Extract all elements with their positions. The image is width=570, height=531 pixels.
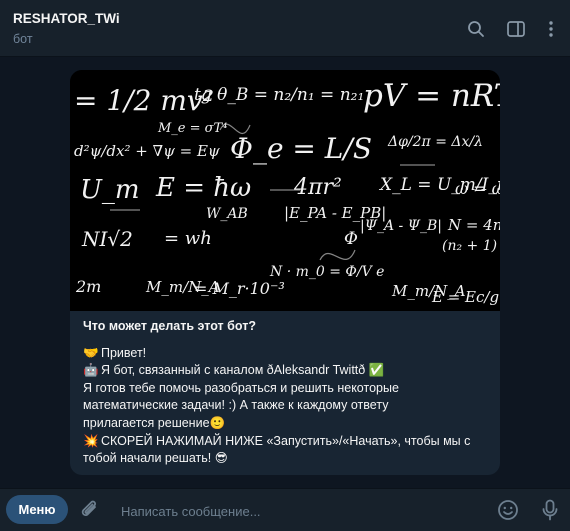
message-composer: Меню (0, 488, 570, 531)
chat-subtitle: бот (13, 32, 33, 46)
microphone-icon[interactable] (538, 498, 562, 522)
sidebar-toggle-icon[interactable] (505, 18, 527, 40)
attach-icon[interactable] (79, 498, 101, 522)
formula-current: NI√2 (81, 227, 133, 251)
formula-field: E = Ec/g (431, 288, 499, 306)
formula-um: U_m (80, 175, 140, 205)
formula-stefan: M_e = σT⁴ (157, 121, 227, 136)
emoji-icon[interactable] (496, 498, 520, 522)
more-vertical-icon[interactable] (540, 18, 562, 40)
formula-n2: (n₂ + 1) (442, 238, 497, 254)
formula-phase: Δφ/2π = Δx/λ (387, 134, 483, 150)
message-line: тобой начали решать! 😎 (83, 451, 228, 466)
formula-schrodinger: d²ψ/dx² + ∇ψ = Eψ (74, 142, 220, 160)
formula-kinetic: = 1/2 mv² (74, 84, 214, 117)
search-icon[interactable] (465, 18, 487, 40)
menu-button[interactable]: Меню (6, 495, 68, 524)
message-line: Я готов тебе помочь разобраться и решить… (83, 380, 399, 395)
formula-n: N = 4n (447, 216, 500, 234)
chat-header: RESHATOR_TWi бот (0, 0, 570, 57)
formula-photon: E = ħω (155, 173, 251, 203)
message-line: 💥 СКОРЕЙ НАЖИМАЙ НИЖЕ «Запустить»/«Начать… (83, 433, 493, 451)
formula-work: W_AB (206, 206, 248, 222)
handshake-icon: 🤝 (83, 345, 99, 360)
message-line: 🤖 Я бот, связанный с каналом ðAleksandr T… (83, 362, 493, 380)
math-formulas-image: = 1/2 mv² tg θ_B = n₂/n₁ = n₂₁ pV = nRT … (70, 70, 500, 311)
message-line: математические задачи! :) А также к кажд… (83, 398, 389, 413)
chat-area[interactable]: = 1/2 mv² tg θ_B = n₂/n₁ = n₂₁ pV = nRT … (0, 57, 570, 488)
formula-omega: ω = ωL (455, 179, 500, 198)
message-title: Что может делать этот бот? (83, 319, 256, 333)
formula-brewster: tg θ_B = n₂/n₁ = n₂₁ (194, 85, 364, 105)
formula-avogadro: N · m_0 = Φ/V e (269, 264, 384, 280)
formula-gas-law: pV = nRT (363, 78, 500, 114)
formula-relative-mass: = M_r·10⁻³ (194, 279, 285, 298)
formula-psi: |Ψ_A - Ψ_B| (360, 218, 442, 234)
formula-sphere: 4πr² (293, 175, 342, 200)
bot-description-message: = 1/2 mv² tg θ_B = n₂/n₁ = n₂₁ pV = nRT … (70, 70, 500, 475)
message-line: прилагается решение🙂 (83, 415, 226, 430)
message-line: 🤝 Привет! (83, 345, 493, 363)
formula-2m: 2m (75, 277, 101, 296)
formula-flux: Φ_e = L/S (230, 132, 372, 165)
message-text: Что может делать этот бот? 🤝 Привет! 🤖 Я б… (83, 318, 493, 468)
chat-title[interactable]: RESHATOR_TWi (13, 11, 120, 26)
formula-wh: = wh (164, 228, 212, 249)
formula-phi: Φ (344, 229, 358, 249)
message-input[interactable] (119, 499, 483, 523)
robot-icon: 🤖 (83, 363, 99, 378)
collision-icon: 💥 (83, 433, 99, 448)
